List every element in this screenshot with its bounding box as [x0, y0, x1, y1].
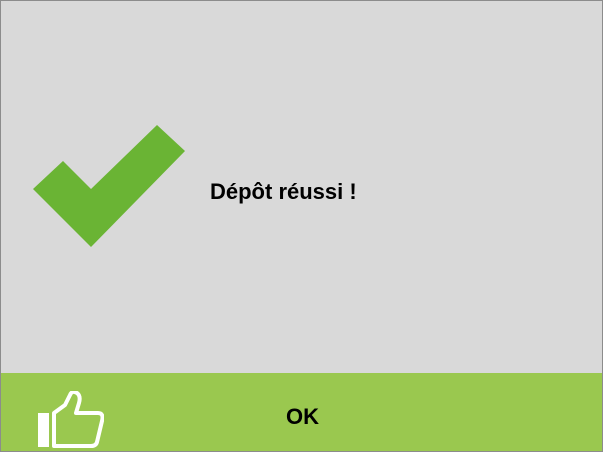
checkmark-icon: [33, 125, 185, 247]
ok-button[interactable]: OK: [1, 373, 602, 451]
dialog-body: Dépôt réussi !: [1, 1, 602, 373]
success-message: Dépôt réussi !: [210, 179, 357, 204]
success-dialog: Dépôt réussi ! OK: [0, 0, 603, 452]
thumbs-up-icon: [38, 391, 104, 448]
ok-label: OK: [286, 404, 319, 429]
